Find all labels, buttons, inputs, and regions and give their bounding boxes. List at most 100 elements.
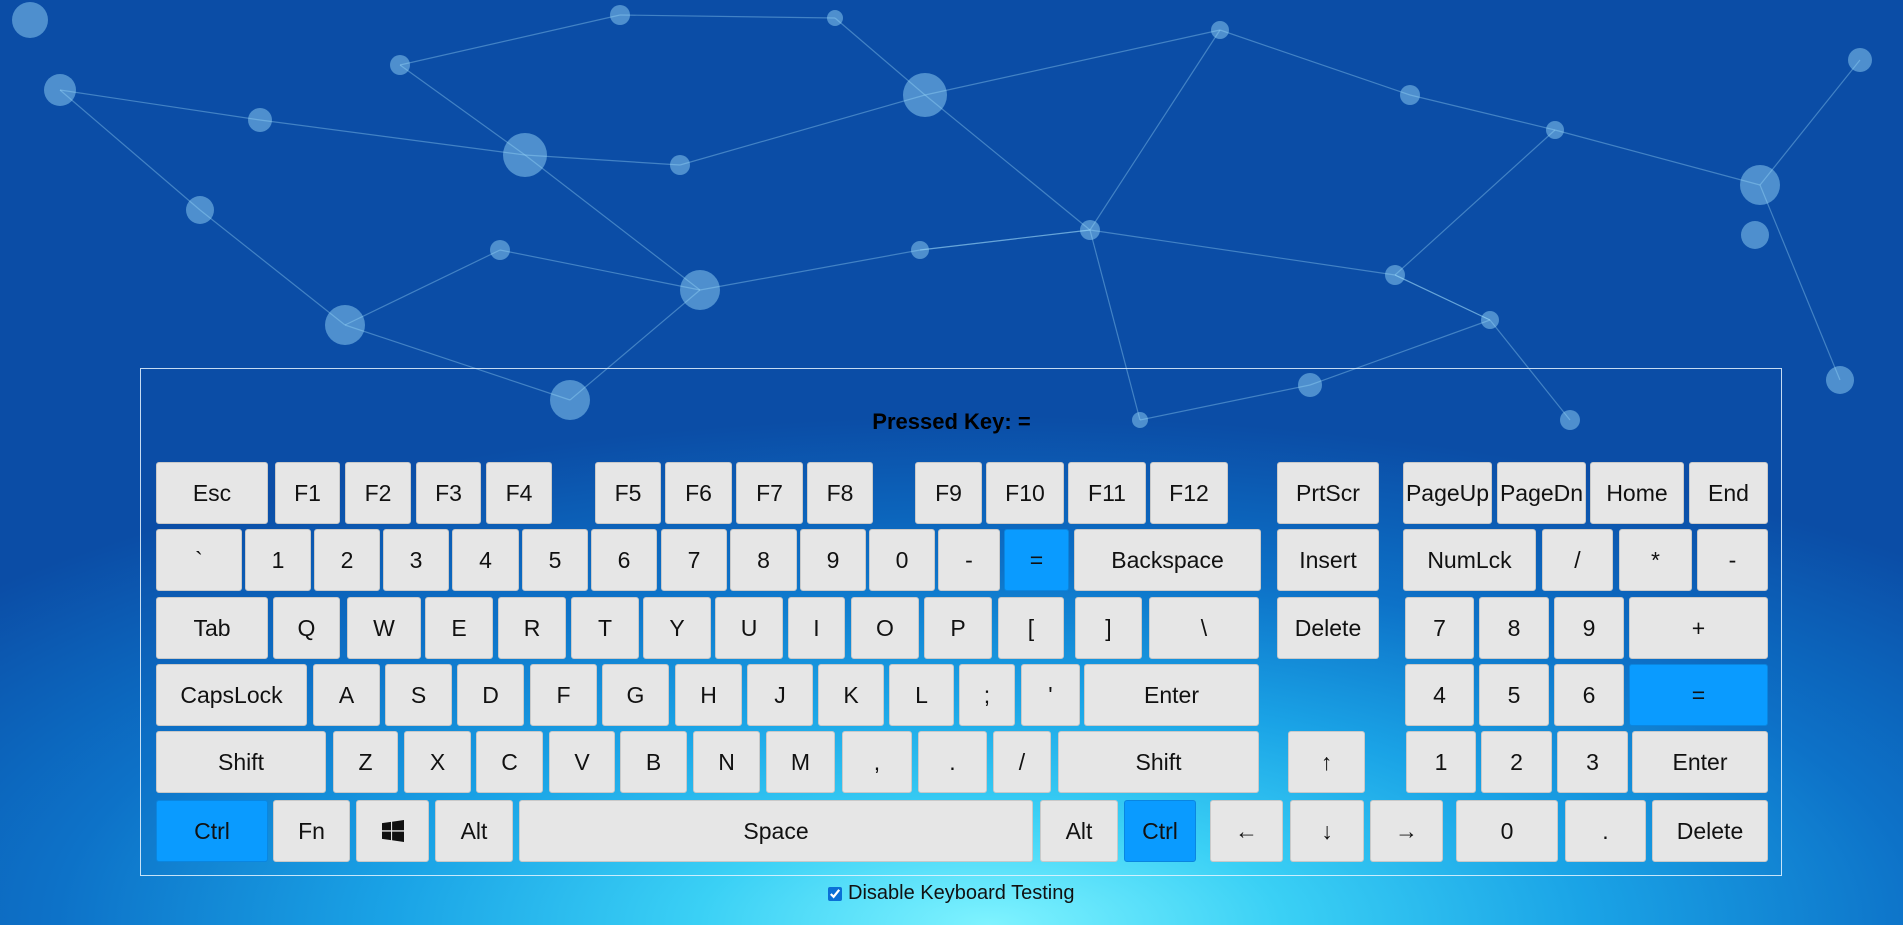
key-k[interactable]: K	[818, 664, 884, 726]
key-capslock[interactable]: CapsLock	[156, 664, 307, 726]
key-backspace[interactable]: Backspace	[1074, 529, 1261, 591]
key-numpad-1[interactable]: 1	[1406, 731, 1476, 793]
key-end[interactable]: End	[1689, 462, 1768, 524]
key-right-shift[interactable]: Shift	[1058, 731, 1259, 793]
key-l[interactable]: L	[889, 664, 954, 726]
key-n[interactable]: N	[693, 731, 760, 793]
key-h[interactable]: H	[675, 664, 742, 726]
key-y[interactable]: Y	[643, 597, 711, 659]
key-numpad-minus[interactable]: -	[1697, 529, 1768, 591]
key-right-ctrl[interactable]: Ctrl	[1124, 800, 1196, 862]
key-fn[interactable]: Fn	[273, 800, 350, 862]
key-numpad-2[interactable]: 2	[1481, 731, 1552, 793]
key-5[interactable]: 5	[522, 529, 588, 591]
key-f10[interactable]: F10	[986, 462, 1064, 524]
key-arrow-left[interactable]: ←	[1210, 800, 1283, 862]
key-enter[interactable]: Enter	[1084, 664, 1259, 726]
key-equals[interactable]: =	[1004, 529, 1069, 591]
key-f4[interactable]: F4	[486, 462, 552, 524]
key-numpad-8[interactable]: 8	[1479, 597, 1549, 659]
key-e[interactable]: E	[425, 597, 493, 659]
key-arrow-up[interactable]: ↑	[1288, 731, 1365, 793]
key-1[interactable]: 1	[245, 529, 311, 591]
key-slash[interactable]: /	[993, 731, 1051, 793]
key-arrow-right[interactable]: →	[1370, 800, 1443, 862]
key-9[interactable]: 9	[800, 529, 866, 591]
key-comma[interactable]: ,	[842, 731, 912, 793]
key-x[interactable]: X	[404, 731, 471, 793]
key-f9[interactable]: F9	[915, 462, 982, 524]
key-backtick[interactable]: `	[156, 529, 242, 591]
key-numpad-4[interactable]: 4	[1405, 664, 1474, 726]
key-numpad-7[interactable]: 7	[1405, 597, 1474, 659]
key-f7[interactable]: F7	[736, 462, 803, 524]
key-numpad-delete[interactable]: Delete	[1652, 800, 1768, 862]
disable-testing-toggle[interactable]: Disable Keyboard Testing	[828, 882, 1074, 905]
key-numpad-plus[interactable]: +	[1629, 597, 1768, 659]
key-numpad-6[interactable]: 6	[1554, 664, 1624, 726]
key-quote[interactable]: '	[1021, 664, 1080, 726]
key-insert[interactable]: Insert	[1277, 529, 1379, 591]
key-f[interactable]: F	[530, 664, 597, 726]
key-home[interactable]: Home	[1590, 462, 1684, 524]
key-f6[interactable]: F6	[665, 462, 732, 524]
key-left-ctrl[interactable]: Ctrl	[156, 800, 268, 862]
key-4[interactable]: 4	[452, 529, 519, 591]
key-numpad-equals[interactable]: =	[1629, 664, 1768, 726]
key-pageup[interactable]: PageUp	[1403, 462, 1492, 524]
key-tab[interactable]: Tab	[156, 597, 268, 659]
key-c[interactable]: C	[476, 731, 543, 793]
key-backslash[interactable]: \	[1149, 597, 1259, 659]
key-f3[interactable]: F3	[416, 462, 481, 524]
key-o[interactable]: O	[851, 597, 919, 659]
key-0[interactable]: 0	[869, 529, 935, 591]
disable-testing-checkbox[interactable]	[828, 886, 842, 901]
key-7[interactable]: 7	[661, 529, 727, 591]
key-numpad-9[interactable]: 9	[1554, 597, 1624, 659]
key-i[interactable]: I	[788, 597, 845, 659]
key-numpad-enter[interactable]: Enter	[1632, 731, 1768, 793]
key-u[interactable]: U	[715, 597, 783, 659]
key-t[interactable]: T	[571, 597, 639, 659]
key-space[interactable]: Space	[519, 800, 1033, 862]
key-left-shift[interactable]: Shift	[156, 731, 326, 793]
key-m[interactable]: M	[766, 731, 835, 793]
key-esc[interactable]: Esc	[156, 462, 268, 524]
key-numpad-decimal[interactable]: .	[1565, 800, 1646, 862]
key-windows[interactable]	[356, 800, 429, 862]
key-g[interactable]: G	[602, 664, 669, 726]
key-numpad-0[interactable]: 0	[1456, 800, 1558, 862]
key-numpad-divide[interactable]: /	[1542, 529, 1613, 591]
key-p[interactable]: P	[924, 597, 992, 659]
key-3[interactable]: 3	[383, 529, 449, 591]
key-numlock[interactable]: NumLck	[1403, 529, 1536, 591]
key-j[interactable]: J	[747, 664, 813, 726]
key-v[interactable]: V	[549, 731, 615, 793]
key-left-bracket[interactable]: [	[998, 597, 1064, 659]
key-minus[interactable]: -	[938, 529, 1000, 591]
key-arrow-down[interactable]: ↓	[1290, 800, 1364, 862]
key-pagedn[interactable]: PageDn	[1497, 462, 1586, 524]
key-f12[interactable]: F12	[1150, 462, 1228, 524]
key-2[interactable]: 2	[314, 529, 380, 591]
key-period[interactable]: .	[918, 731, 987, 793]
key-semicolon[interactable]: ;	[959, 664, 1015, 726]
key-f2[interactable]: F2	[345, 462, 411, 524]
key-s[interactable]: S	[385, 664, 452, 726]
key-8[interactable]: 8	[730, 529, 797, 591]
key-numpad-3[interactable]: 3	[1557, 731, 1628, 793]
key-right-bracket[interactable]: ]	[1075, 597, 1142, 659]
key-w[interactable]: W	[347, 597, 421, 659]
key-numpad-5[interactable]: 5	[1479, 664, 1549, 726]
key-6[interactable]: 6	[591, 529, 657, 591]
key-left-alt[interactable]: Alt	[435, 800, 513, 862]
key-right-alt[interactable]: Alt	[1040, 800, 1118, 862]
key-f11[interactable]: F11	[1068, 462, 1146, 524]
key-q[interactable]: Q	[273, 597, 340, 659]
key-a[interactable]: A	[313, 664, 380, 726]
key-z[interactable]: Z	[333, 731, 398, 793]
key-f1[interactable]: F1	[275, 462, 340, 524]
key-f5[interactable]: F5	[595, 462, 661, 524]
key-f8[interactable]: F8	[807, 462, 873, 524]
key-prtscr[interactable]: PrtScr	[1277, 462, 1379, 524]
